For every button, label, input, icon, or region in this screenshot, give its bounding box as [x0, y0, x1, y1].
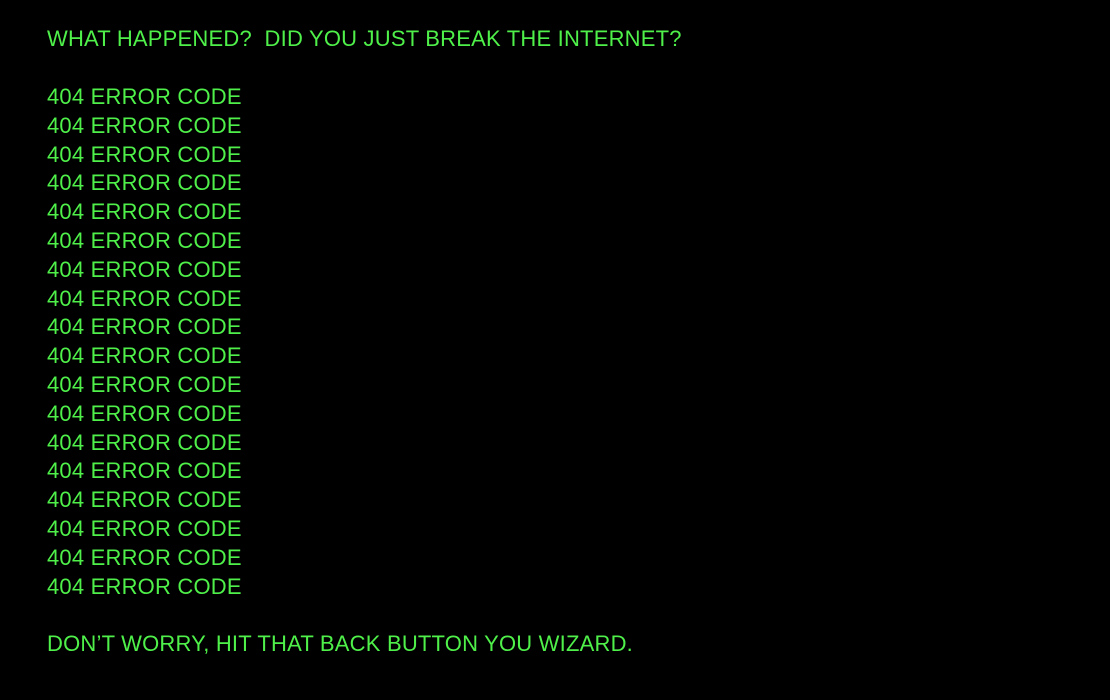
- error-line: 404 ERROR CODE: [47, 343, 242, 369]
- error-line: 404 ERROR CODE: [47, 458, 242, 484]
- error-line: 404 ERROR CODE: [47, 429, 242, 455]
- error-line: 404 ERROR CODE: [47, 285, 242, 311]
- error-line: 404 ERROR CODE: [47, 112, 242, 138]
- error-line: 404 ERROR CODE: [47, 199, 242, 225]
- error-line: 404 ERROR CODE: [47, 515, 242, 541]
- error-line: 404 ERROR CODE: [47, 371, 242, 397]
- error-line: 404 ERROR CODE: [47, 84, 242, 109]
- error-line: 404 ERROR CODE: [47, 141, 242, 167]
- error-line: 404 ERROR CODE: [47, 573, 242, 599]
- error-line: 404 ERROR CODE: [47, 170, 242, 196]
- error-line: 404 ERROR CODE: [47, 256, 242, 282]
- error-line: 404 ERROR CODE: [47, 314, 242, 340]
- error-page: WHAT HAPPENED? DID YOU JUST BREAK THE IN…: [0, 0, 1110, 700]
- error-line: 404 ERROR CODE: [47, 400, 242, 426]
- error-line: 404 ERROR CODE: [47, 487, 242, 513]
- error-line: 404 ERROR CODE: [47, 227, 242, 253]
- error-line: 404 ERROR CODE: [47, 544, 242, 570]
- back-button-hint: DON’T WORRY, HIT THAT BACK BUTTON YOU WI…: [47, 631, 633, 656]
- error-code-list: 404 ERROR CODE 404 ERROR CODE 404 ERROR …: [47, 83, 242, 601]
- page-headline: WHAT HAPPENED? DID YOU JUST BREAK THE IN…: [47, 26, 682, 51]
